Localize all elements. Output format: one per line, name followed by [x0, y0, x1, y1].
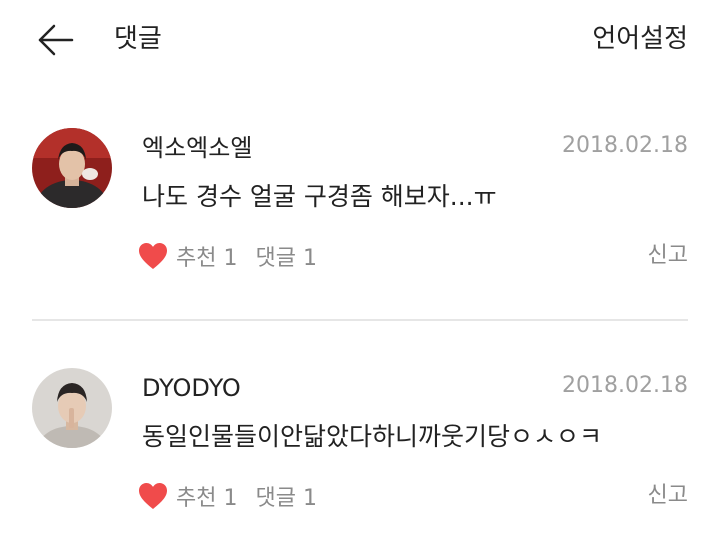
- report-button[interactable]: 신고: [648, 240, 688, 272]
- comment-actions: 추천 1 댓글 1: [138, 480, 317, 512]
- reply-count-button[interactable]: 댓글 1: [255, 240, 316, 272]
- divider: [32, 319, 688, 321]
- heart-icon: [138, 242, 168, 270]
- like-count-label: 추천 1: [176, 246, 238, 271]
- like-button[interactable]: 추천 1: [138, 240, 237, 272]
- report-button[interactable]: 신고: [648, 480, 688, 512]
- language-settings-button[interactable]: 언어설정: [592, 22, 688, 56]
- comment-author[interactable]: DYODYO: [142, 372, 241, 404]
- like-count-label: 추천 1: [176, 486, 238, 511]
- comment-author[interactable]: 엑소엑소엘: [142, 132, 252, 164]
- comment-text: 동일인물들이안닮았다하니까웃기당ㅇㅅㅇㅋ: [142, 422, 603, 451]
- comment-date: 2018.02.18: [562, 373, 688, 398]
- like-button[interactable]: 추천 1: [138, 480, 237, 512]
- comment-text: 나도 경수 얼굴 구경좀 해보자...ㅠ: [142, 182, 497, 211]
- avatar[interactable]: [32, 368, 112, 448]
- avatar[interactable]: [32, 128, 112, 208]
- reply-count-button[interactable]: 댓글 1: [255, 480, 316, 512]
- comment-actions: 추천 1 댓글 1: [138, 240, 317, 272]
- top-bar: 댓글 언어설정: [0, 0, 720, 80]
- heart-icon: [138, 482, 168, 510]
- page-title: 댓글: [114, 24, 162, 54]
- comment-date: 2018.02.18: [562, 133, 688, 158]
- back-arrow-icon[interactable]: [34, 18, 78, 62]
